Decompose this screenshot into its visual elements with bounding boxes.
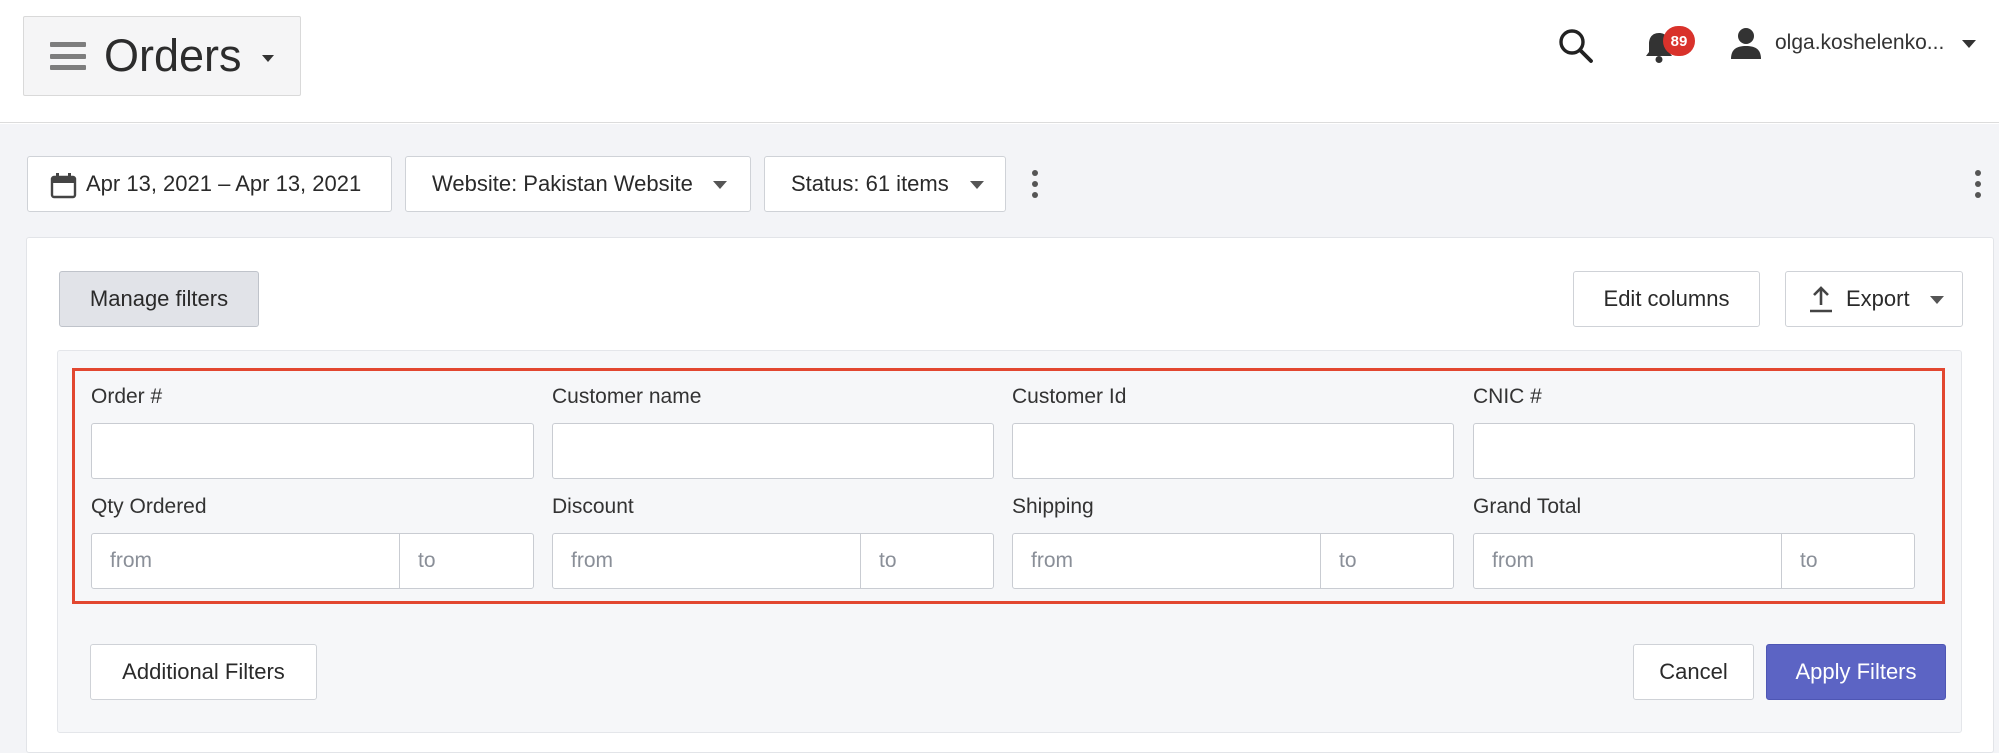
cnic-number-label: CNIC # [1473,385,1542,408]
customer-name-label: Customer name [552,385,702,408]
page-body: Apr 13, 2021 – Apr 13, 2021 Website: Pak… [0,124,1999,753]
orders-filter-card: Manage filters Edit columns Export Order… [26,237,1994,753]
chevron-down-icon [1930,296,1944,304]
page-options-kebab-icon[interactable] [1973,170,1983,198]
filter-fields-highlight: Order # Customer name Customer Id CNIC #… [72,368,1945,604]
qty-ordered-to-input[interactable] [400,534,533,588]
qty-ordered-from-input[interactable] [92,534,400,588]
top-header: Orders 89 olga.koshelenko... [0,0,1999,123]
website-filter-label: Website: Pakistan Website [432,171,693,196]
grand-total-from-input[interactable] [1474,534,1782,588]
shipping-label: Shipping [1012,495,1094,518]
grand-total-range [1473,533,1915,589]
shipping-from-input[interactable] [1013,534,1321,588]
export-label: Export [1846,286,1910,311]
order-number-input[interactable] [91,423,534,479]
discount-range [552,533,994,589]
order-number-label: Order # [91,385,163,408]
date-range-label: Apr 13, 2021 – Apr 13, 2021 [86,171,362,196]
discount-label: Discount [552,495,634,518]
chevron-down-icon [970,181,984,189]
discount-from-input[interactable] [553,534,861,588]
customer-id-input[interactable] [1012,423,1454,479]
customer-id-label: Customer Id [1012,385,1127,408]
calendar-icon [50,173,77,199]
date-range-picker[interactable]: Apr 13, 2021 – Apr 13, 2021 [27,156,392,212]
cnic-number-input[interactable] [1473,423,1915,479]
shipping-to-input[interactable] [1321,534,1453,588]
cancel-button[interactable]: Cancel [1633,644,1754,700]
shipping-range [1012,533,1454,589]
qty-ordered-range [91,533,534,589]
notification-badge: 89 [1663,26,1695,56]
status-filter-label: Status: 61 items [791,171,949,196]
upload-icon [1810,286,1832,313]
chevron-down-icon[interactable] [1962,40,1976,48]
discount-to-input[interactable] [861,534,993,588]
status-filter-dropdown[interactable]: Status: 61 items [764,156,1006,212]
user-menu[interactable]: olga.koshelenko... [1775,28,1960,58]
apply-filters-button[interactable]: Apply Filters [1766,644,1946,700]
additional-filters-button[interactable]: Additional Filters [90,644,317,700]
chevron-down-icon [713,181,727,189]
manage-filters-button[interactable]: Manage filters [59,271,259,327]
more-filters-kebab-icon[interactable] [1030,170,1040,198]
website-filter-dropdown[interactable]: Website: Pakistan Website [405,156,751,212]
edit-columns-button[interactable]: Edit columns [1573,271,1760,327]
grand-total-to-input[interactable] [1782,534,1914,588]
customer-name-input[interactable] [552,423,994,479]
search-icon[interactable] [1556,26,1596,66]
page-title-menu[interactable]: Orders [23,16,301,96]
filters-panel: Order # Customer name Customer Id CNIC #… [57,350,1962,733]
page-title: Orders [104,30,242,81]
hamburger-icon [50,42,86,70]
export-button[interactable]: Export [1785,271,1963,327]
qty-ordered-label: Qty Ordered [91,495,207,518]
grand-total-label: Grand Total [1473,495,1582,518]
chevron-down-icon [262,55,274,62]
user-icon [1731,28,1761,59]
